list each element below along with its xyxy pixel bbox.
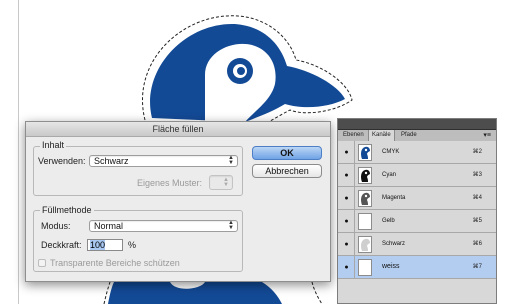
penguin-thumbnail-icon bbox=[361, 238, 370, 251]
channel-shortcut: ⌘7 bbox=[472, 264, 482, 270]
chevron-updown-icon: ▲ ▼ bbox=[223, 177, 229, 188]
channel-name: CMYK bbox=[382, 149, 400, 155]
channel-thumbnail bbox=[358, 213, 372, 230]
eye-icon: ● bbox=[344, 218, 349, 225]
channel-shortcut: ⌘3 bbox=[472, 172, 482, 178]
channel-thumbnail bbox=[358, 167, 372, 184]
opacity-unit: % bbox=[128, 240, 137, 250]
visibility-toggle[interactable]: ● bbox=[338, 187, 355, 209]
chevron-updown-icon: ▲ ▼ bbox=[228, 155, 234, 166]
ok-button[interactable]: OK bbox=[252, 146, 322, 160]
channel-thumbnail bbox=[358, 259, 372, 276]
channels-panel: Ebenen Kanäle Pfade ▾≡ ● CMYK ⌘2 ● Cyan … bbox=[337, 118, 497, 304]
fill-dialog: Fläche füllen Inhalt Verwenden: Schwarz … bbox=[25, 121, 331, 282]
channel-name: Schwarz bbox=[382, 241, 406, 247]
content-group-label: Inhalt bbox=[40, 140, 67, 150]
visibility-toggle[interactable]: ● bbox=[338, 256, 355, 278]
opacity-label: Deckkraft: bbox=[41, 240, 82, 250]
protect-transparency-checkbox[interactable] bbox=[38, 259, 46, 267]
eye-icon: ● bbox=[344, 195, 349, 202]
custom-pattern-picker[interactable]: ▲ ▼ bbox=[209, 175, 233, 190]
mode-label: Modus: bbox=[41, 221, 71, 231]
channel-name: Cyan bbox=[382, 172, 397, 178]
eye-icon: ● bbox=[344, 172, 349, 179]
channel-name: Gelb bbox=[382, 218, 395, 224]
opacity-input-value: 100 bbox=[90, 240, 106, 250]
dialog-title[interactable]: Fläche füllen bbox=[26, 122, 330, 137]
channel-row-cyan[interactable]: ● Cyan ⌘3 bbox=[338, 164, 496, 187]
eye-icon: ● bbox=[344, 264, 349, 271]
mode-select[interactable]: Normal ▲ ▼ bbox=[89, 220, 238, 232]
channel-name: Magenta bbox=[382, 195, 406, 201]
mode-select-value: Normal bbox=[94, 221, 124, 231]
penguin-thumbnail-icon bbox=[361, 192, 370, 205]
visibility-toggle[interactable]: ● bbox=[338, 210, 355, 232]
visibility-toggle[interactable]: ● bbox=[338, 141, 355, 163]
tab-layers[interactable]: Ebenen bbox=[340, 130, 367, 141]
channel-shortcut: ⌘6 bbox=[472, 241, 482, 247]
cancel-button[interactable]: Abbrechen bbox=[252, 164, 322, 178]
use-label: Verwenden: bbox=[38, 156, 86, 166]
eye-icon: ● bbox=[344, 149, 349, 156]
channel-shortcut: ⌘2 bbox=[472, 149, 482, 155]
penguin-thumbnail-icon bbox=[361, 169, 370, 182]
use-select-value: Schwarz bbox=[94, 156, 129, 166]
channel-row-magenta[interactable]: ● Magenta ⌘4 bbox=[338, 187, 496, 210]
channel-row-weiss[interactable]: ● weiss ⌘7 bbox=[338, 256, 496, 279]
channel-thumbnail bbox=[358, 236, 372, 253]
custom-pattern-label: Eigenes Muster: bbox=[137, 178, 203, 188]
chevron-updown-icon: ▲ ▼ bbox=[228, 220, 234, 231]
channel-name: weiss bbox=[382, 263, 400, 270]
channel-thumbnail bbox=[358, 190, 372, 207]
blending-group-label: Füllmethode bbox=[40, 205, 94, 215]
visibility-toggle[interactable]: ● bbox=[338, 233, 355, 255]
opacity-input[interactable]: 100 bbox=[87, 239, 123, 251]
panel-menu-icon[interactable]: ▾≡ bbox=[480, 130, 494, 141]
visibility-toggle[interactable]: ● bbox=[338, 164, 355, 186]
channel-thumbnail bbox=[358, 144, 372, 161]
tab-paths[interactable]: Pfade bbox=[398, 130, 420, 141]
channel-row-schwarz[interactable]: ● Schwarz ⌘6 bbox=[338, 233, 496, 256]
channel-shortcut: ⌘5 bbox=[472, 218, 482, 224]
channel-shortcut: ⌘4 bbox=[472, 195, 482, 201]
panel-header[interactable] bbox=[338, 119, 496, 130]
use-select[interactable]: Schwarz ▲ ▼ bbox=[89, 155, 238, 167]
eye-icon: ● bbox=[344, 241, 349, 248]
channel-row-cmyk[interactable]: ● CMYK ⌘2 bbox=[338, 141, 496, 164]
channel-row-gelb[interactable]: ● Gelb ⌘5 bbox=[338, 210, 496, 233]
protect-transparency-label: Transparente Bereiche schützen bbox=[50, 258, 180, 268]
penguin-thumbnail-icon bbox=[361, 146, 370, 159]
